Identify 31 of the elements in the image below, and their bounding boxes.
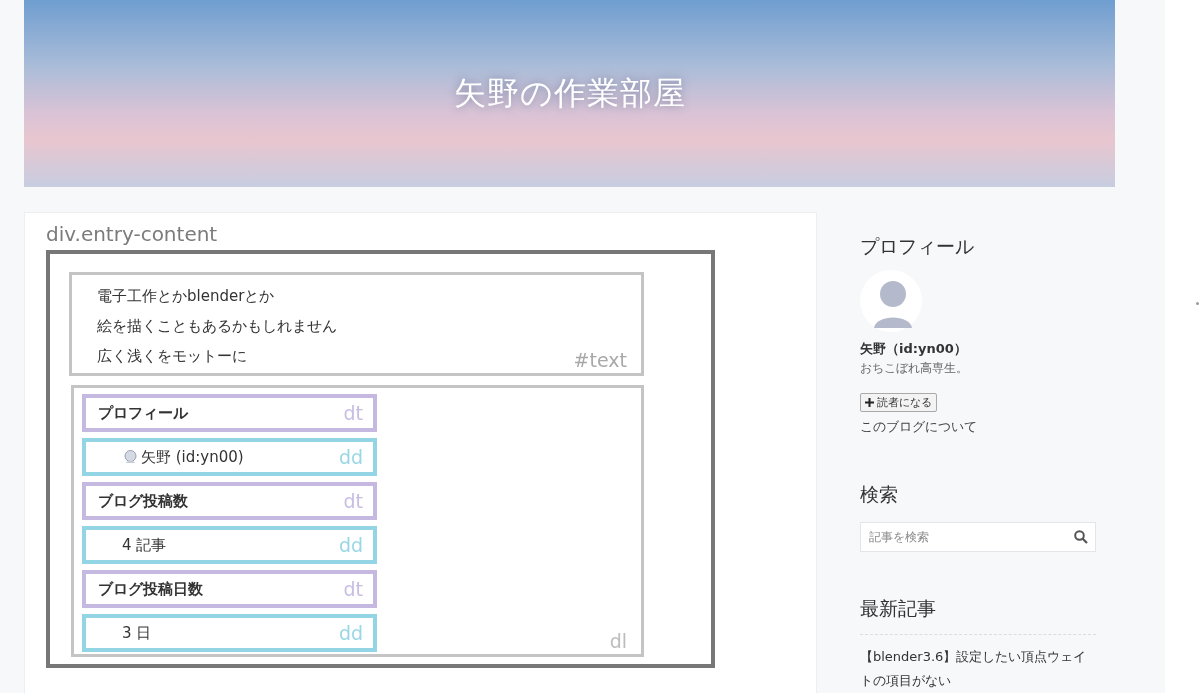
- definition-text[interactable]: 矢野 (id:yn00): [141, 447, 244, 467]
- text-line: 絵を描くこともあるかもしれません: [97, 317, 337, 335]
- node-tag: dd: [338, 622, 363, 644]
- search-field[interactable]: 記事を検索: [860, 522, 1096, 552]
- profile-name[interactable]: 矢野（id:yn00）: [860, 340, 1096, 358]
- node-tag: dt: [343, 578, 363, 600]
- text-line: 電子工作とかblenderとか: [97, 287, 275, 305]
- plus-icon: [865, 398, 874, 407]
- profile-description: おちこぼれ高専生。: [860, 360, 969, 377]
- article-link[interactable]: 【blender3.6】設定したい頂点ウェイトの項目がない: [860, 645, 1096, 693]
- search-icon[interactable]: [1074, 530, 1088, 544]
- term-text: ブログ投稿日数: [98, 579, 203, 599]
- node-tag: #text: [573, 349, 627, 371]
- section-heading: 最新記事: [860, 596, 937, 621]
- subscribe-button[interactable]: 読者になる: [860, 393, 937, 412]
- node-tag: dd: [338, 446, 363, 468]
- node-tag: dt: [343, 490, 363, 512]
- dot-mark: [1196, 302, 1199, 305]
- section-heading: 検索: [860, 482, 899, 507]
- diagram-label: div.entry-content: [46, 221, 219, 247]
- user-icon: [124, 450, 137, 464]
- term-text: ブログ投稿数: [98, 491, 188, 511]
- about-link[interactable]: このブログについて: [860, 418, 1096, 436]
- text-line: 広く浅くをモットーに: [97, 347, 247, 365]
- definition-text: 4 記事: [122, 535, 167, 555]
- node-tag: dd: [338, 534, 363, 556]
- definition-text: 3 日: [122, 623, 152, 643]
- node-tag: dt: [343, 402, 363, 424]
- section-heading: プロフィール: [860, 234, 975, 259]
- node-tag: dl: [609, 630, 627, 652]
- term-text: プロフィール: [98, 403, 188, 423]
